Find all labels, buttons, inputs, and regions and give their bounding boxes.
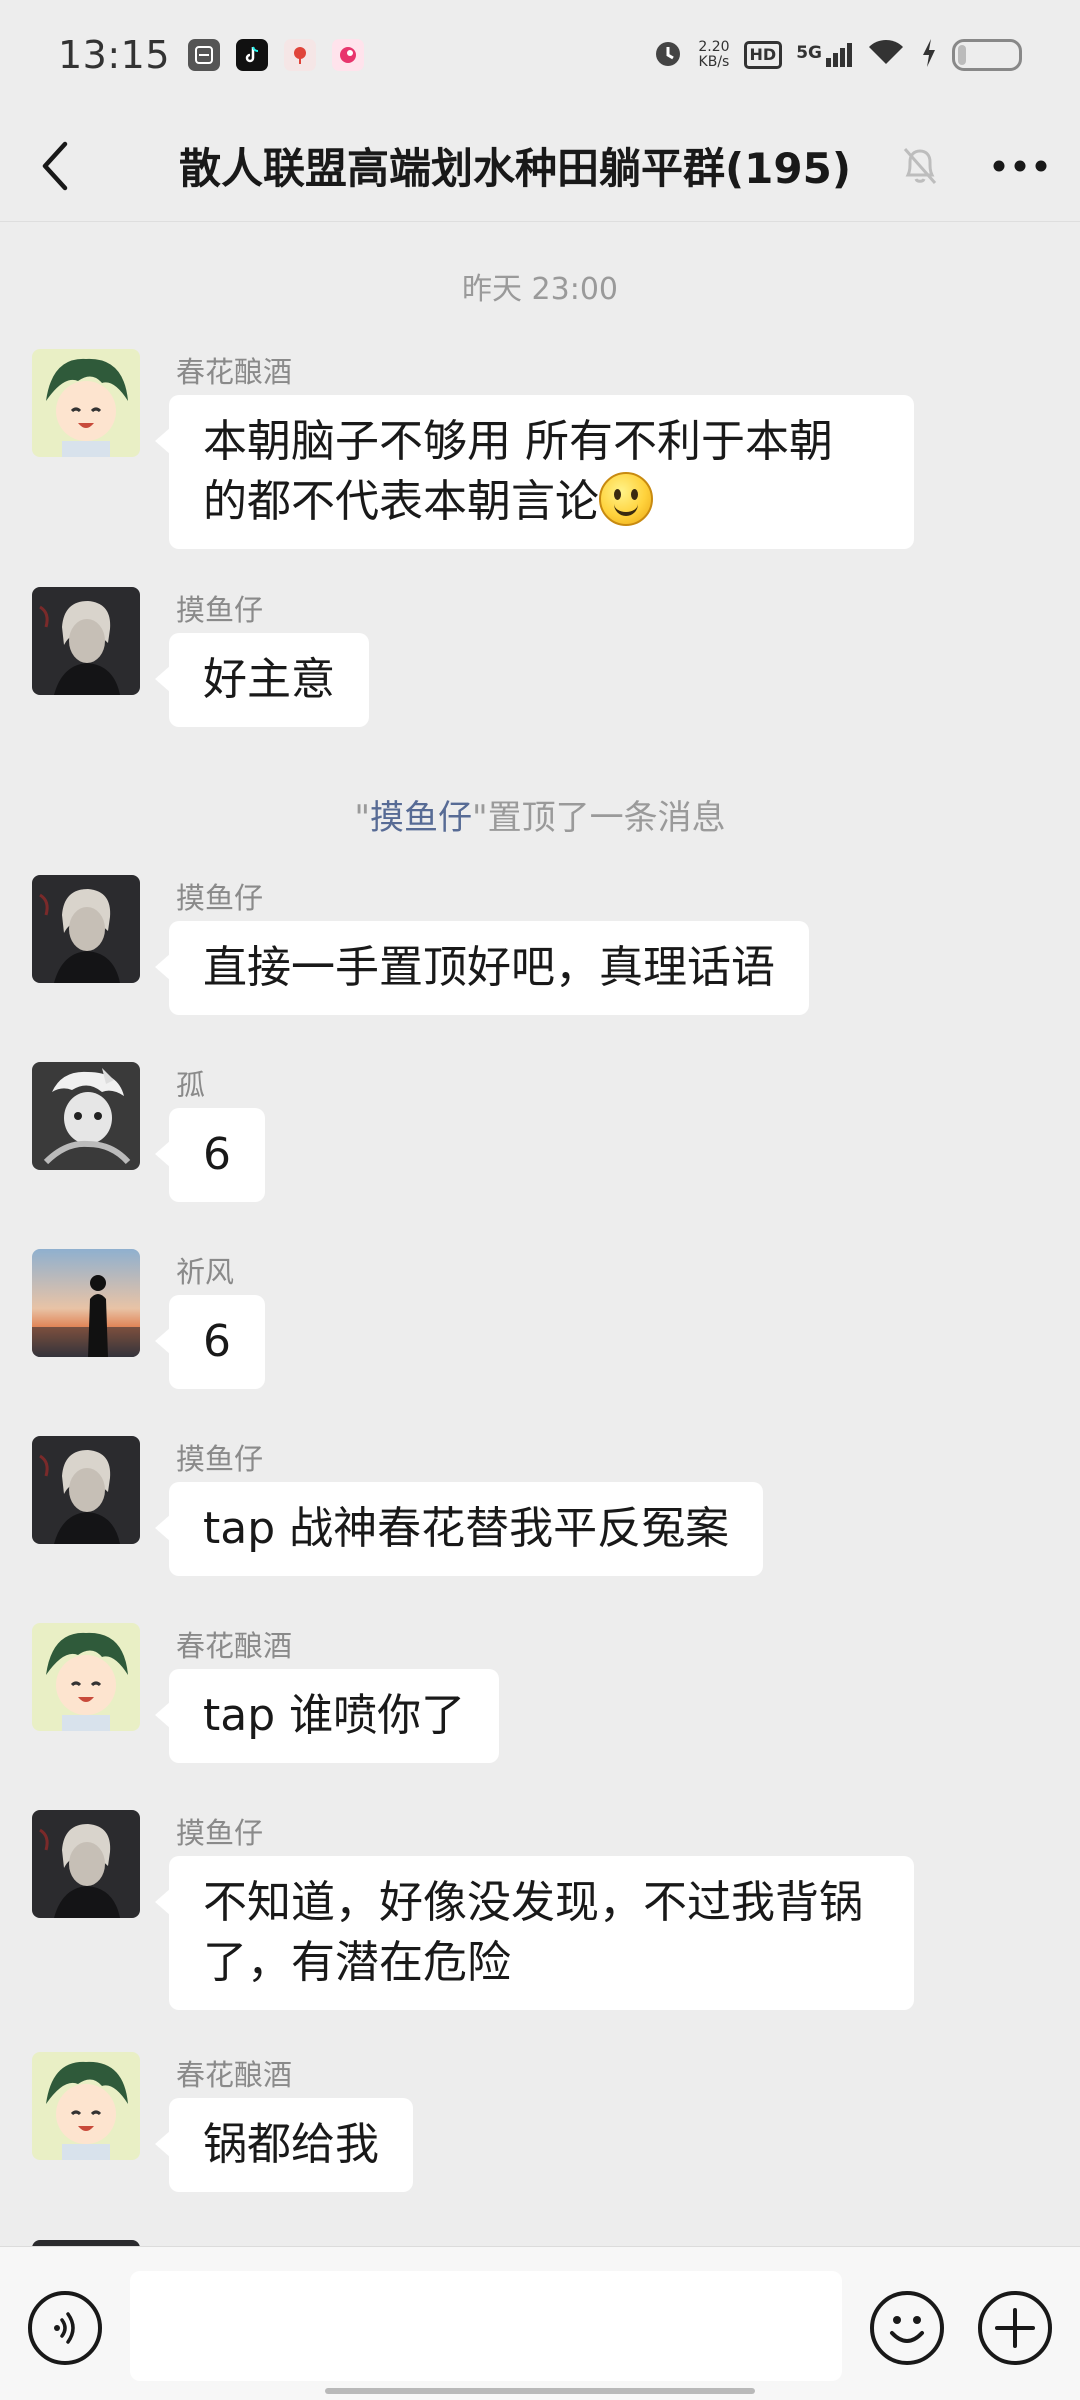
message-text-line: 不知道，好像没发现，不过我背锅 <box>203 1877 863 1928</box>
chat-title[interactable]: 散人联盟高端划水种田躺平群(195) <box>105 135 895 196</box>
time-divider: 昨天 23:00 <box>462 272 618 307</box>
home-indicator[interactable] <box>325 2388 755 2394</box>
avatar[interactable] <box>32 1623 140 1731</box>
sender-name: 孤 <box>176 1068 206 1102</box>
back-button[interactable] <box>5 110 105 222</box>
message-bubble[interactable]: 本朝脑子不够用 所有不利于本朝 的都不代表本朝言论 <box>155 395 914 549</box>
plus-icon <box>995 2308 1035 2348</box>
avatar[interactable] <box>32 2052 140 2160</box>
voice-input-icon <box>54 2312 75 2344</box>
charging-icon <box>920 37 938 73</box>
message-text-line-with-emoji: 的都不代表本朝言论 <box>203 472 880 532</box>
voice-input-button[interactable] <box>28 2291 102 2365</box>
net-speed: 2.20 KB/s <box>698 40 729 70</box>
more-functions-button[interactable] <box>978 2291 1052 2365</box>
sender-name: 摸鱼仔 <box>176 1816 264 1850</box>
message-bubble[interactable]: 好主意 <box>155 633 369 727</box>
pink-app-icon <box>332 39 365 71</box>
message-bubble[interactable]: 不知道，好像没发现，不过我背锅 了，有潜在危险 <box>155 1856 914 2010</box>
sender-name: 摸鱼仔 <box>176 1442 264 1476</box>
net-speed-unit: KB/s <box>698 54 730 70</box>
system-note-quote: " <box>354 798 370 838</box>
bell-muted-icon <box>895 145 945 187</box>
status-app-icons <box>188 39 365 71</box>
sender-name: 摸鱼仔 <box>176 593 264 627</box>
chat-header: 散人联盟高端划水种田躺平群(195) <box>0 110 1080 222</box>
message-input[interactable] <box>130 2271 842 2381</box>
message-bubble[interactable]: tap 战神春花替我平反冤案 <box>154 1482 764 1576</box>
net-speed-value: 2.20 <box>698 39 730 55</box>
signal-5g-label: 5G <box>796 43 822 63</box>
sender-name: 祈风 <box>176 1255 235 1289</box>
alarm-icon <box>652 37 684 73</box>
system-note-text: "置顶了一条消息 <box>472 798 726 838</box>
avatar[interactable] <box>32 1249 140 1357</box>
message-bubble[interactable]: 锅都给我 <box>155 2098 413 2192</box>
avatar[interactable] <box>32 587 140 695</box>
message-text-line: 了，有潜在危险 <box>203 1937 511 1988</box>
sim-card-icon <box>188 39 221 71</box>
avatar[interactable] <box>32 875 140 983</box>
avatar[interactable] <box>32 349 140 457</box>
chat-message-list[interactable]: 昨天 23:00 春花酿酒 本朝脑子不够用 所有不利于本朝 的都不代表本朝言论 <box>0 222 1080 2246</box>
message-bubble[interactable]: tap 谁喷你了 <box>154 1669 500 1763</box>
emoji-icon <box>890 2316 924 2343</box>
system-note-user-link[interactable]: 摸鱼仔 <box>370 798 472 838</box>
slightly-smiling-emoji-icon <box>599 472 653 526</box>
signal-5g-icon: 5G <box>796 43 852 67</box>
message-bubble[interactable]: 6 <box>155 1108 265 1202</box>
message-text-line: 的都不代表本朝言论 <box>203 476 599 527</box>
tiktok-icon <box>236 39 269 71</box>
map-pin-app-icon <box>284 39 317 71</box>
hd-icon: HD <box>743 41 783 69</box>
avatar[interactable] <box>32 1062 140 1170</box>
sender-name: 春花酿酒 <box>176 355 293 389</box>
more-button[interactable] <box>975 110 1065 222</box>
system-note: "摸鱼仔"置顶了一条消息 <box>0 790 1080 839</box>
more-dots-icon <box>993 160 1047 171</box>
sender-name: 春花酿酒 <box>176 2058 293 2092</box>
status-indicators: 2.20 KB/s HD 5G <box>652 37 1022 73</box>
avatar[interactable] <box>32 1810 140 1918</box>
message-text-line: 本朝脑子不够用 所有不利于本朝 <box>203 416 833 467</box>
wifi-icon <box>866 38 906 72</box>
message-bubble[interactable]: 直接一手置顶好吧，真理话语 <box>155 921 809 1015</box>
status-bar: 13:15 2.20 KB/s HD 5G <box>0 0 1080 110</box>
emoji-button[interactable] <box>870 2291 944 2365</box>
sender-name: 春花酿酒 <box>176 1629 293 1663</box>
message-bubble[interactable]: 6 <box>155 1295 265 1389</box>
status-time: 13:15 <box>58 33 171 77</box>
back-chevron-icon <box>42 141 68 190</box>
avatar[interactable] <box>32 1436 140 1544</box>
battery-icon <box>952 39 1022 71</box>
sender-name: 摸鱼仔 <box>176 881 264 915</box>
chat-input-bar <box>0 2246 1080 2400</box>
